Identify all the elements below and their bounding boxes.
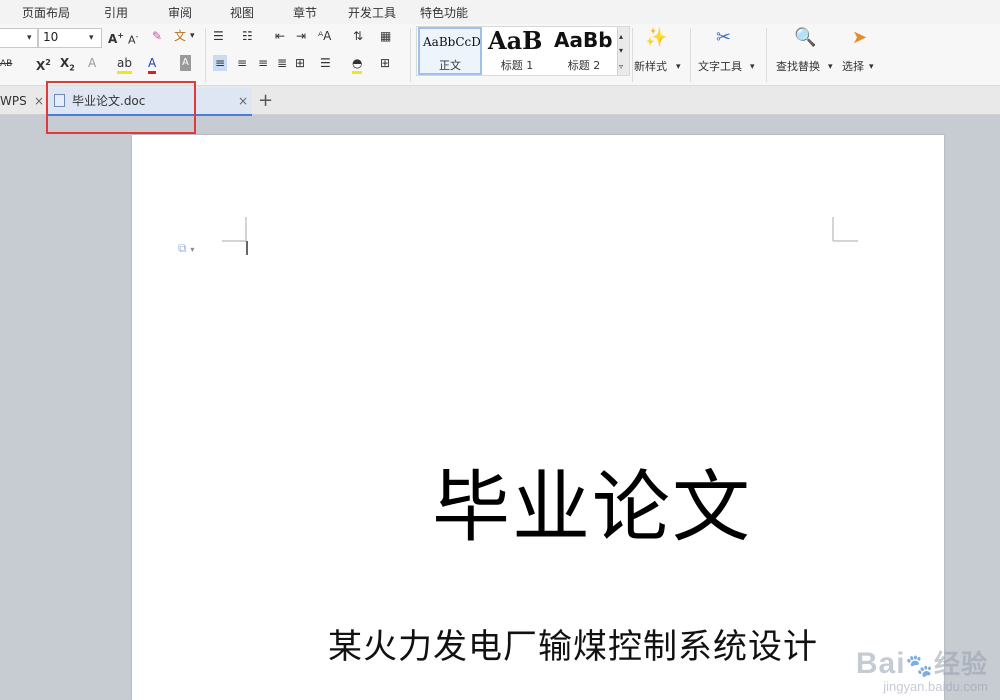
new-style-icon[interactable]: ✨ xyxy=(645,29,667,47)
justify-icon[interactable]: ≣ xyxy=(277,55,287,71)
style-sample: AaBb xyxy=(554,28,613,52)
subscript-icon[interactable]: X2 xyxy=(60,55,75,76)
new-tab-button[interactable]: + xyxy=(258,88,278,114)
strikethrough-icon[interactable]: AB xyxy=(0,56,12,72)
close-icon[interactable]: × xyxy=(238,88,248,114)
numbered-list-icon[interactable]: ☷ xyxy=(242,28,253,44)
style-sample: AaBbCcD xyxy=(423,35,481,49)
character-shading-icon[interactable]: A xyxy=(180,55,191,71)
select-button[interactable]: 选择 xyxy=(842,59,864,75)
margin-corner-top-left xyxy=(222,217,248,255)
grow-font-icon[interactable]: A+ xyxy=(108,28,124,47)
watermark-url: jingyan.baidu.com xyxy=(883,679,988,694)
chevron-down-icon[interactable]: ▾ xyxy=(676,59,681,75)
find-replace-icon[interactable]: 🔍 xyxy=(794,29,816,47)
style-normal[interactable]: AaBbCcD 正文 xyxy=(418,27,482,75)
shrink-font-icon[interactable]: A- xyxy=(128,29,138,49)
chevron-down-icon[interactable]: ▾ xyxy=(619,43,623,59)
superscript-icon[interactable]: X2 xyxy=(36,55,51,74)
annotation-highlight-box xyxy=(46,81,196,134)
text-effect-icon[interactable]: A xyxy=(88,55,96,71)
new-style-button[interactable]: 新样式 xyxy=(634,59,667,75)
style-label: 正文 xyxy=(439,59,461,72)
margin-corner-top-right xyxy=(832,217,858,242)
font-size-dropdown[interactable]: 10 ▾ xyxy=(38,28,102,48)
style-label: 标题 2 xyxy=(567,59,601,72)
borders-icon[interactable]: ⊞ xyxy=(380,55,390,71)
tab-label: WPS xyxy=(0,94,27,108)
watermark-brand: Bai xyxy=(855,647,906,680)
find-replace-button[interactable]: 查找替换 xyxy=(776,59,820,75)
table-icon[interactable]: ▦ xyxy=(380,28,391,44)
paragraph-layout-icon[interactable]: ⧉ ▾ xyxy=(178,241,194,256)
watermark-cn: 经验 xyxy=(933,649,988,679)
document-page[interactable]: ⧉ ▾ 毕业论文 某火力发电厂输煤控制系统设计 xyxy=(132,135,944,700)
chevron-down-icon: ▾ xyxy=(27,33,32,43)
style-heading-2[interactable]: AaBb 标题 2 xyxy=(551,27,617,75)
paw-icon: 🐾 xyxy=(905,653,934,678)
shading-icon[interactable]: ◓ xyxy=(352,55,363,74)
document-subtitle: 某火力发电厂输煤控制系统设计 xyxy=(328,627,818,667)
menu-page-layout[interactable]: 页面布局 xyxy=(22,4,70,21)
sort-icon[interactable]: ⇅ xyxy=(353,28,363,44)
menu-bar: 页面布局 引用 审阅 视图 章节 开发工具 特色功能 xyxy=(0,0,1000,25)
font-name-dropdown[interactable]: ▾ xyxy=(0,28,38,48)
decrease-indent-icon[interactable]: ⇤ xyxy=(275,28,285,44)
chevron-down-icon[interactable]: ▾ xyxy=(869,59,874,75)
style-label: 标题 1 xyxy=(500,59,534,72)
chevron-down-icon[interactable]: ▾ xyxy=(750,59,755,75)
chevron-down-icon[interactable]: ▾ xyxy=(828,59,833,75)
tab-wps[interactable]: WPS × xyxy=(0,88,48,114)
document-title: 毕业论文 xyxy=(432,463,753,553)
change-case-icon[interactable]: ᴬA xyxy=(318,28,331,44)
baidu-watermark: Bai🐾经验 jingyan.baidu.com xyxy=(856,644,988,694)
menu-developer-tools[interactable]: 开发工具 xyxy=(348,4,396,21)
text-tools-button[interactable]: 文字工具 xyxy=(698,59,742,75)
increase-indent-icon[interactable]: ⇥ xyxy=(296,28,306,44)
line-spacing-icon[interactable]: ☰ xyxy=(320,55,331,71)
align-center-icon[interactable]: ≡ xyxy=(237,55,247,71)
highlight-color-icon[interactable]: ab xyxy=(117,55,132,74)
distributed-align-icon[interactable]: ⊞ xyxy=(295,55,305,71)
close-icon[interactable]: × xyxy=(34,88,44,114)
style-heading-1[interactable]: AaB 标题 1 xyxy=(485,27,549,75)
text-tools-icon[interactable]: ✂ xyxy=(716,29,731,47)
menu-section[interactable]: 章节 xyxy=(293,4,317,21)
clear-format-icon[interactable]: ✎ xyxy=(152,28,162,44)
menu-review[interactable]: 审阅 xyxy=(168,4,192,21)
expand-gallery-icon[interactable]: ▿ xyxy=(619,59,623,75)
bullet-list-icon[interactable]: ☰ xyxy=(213,28,224,44)
phonetic-guide-icon[interactable]: 文 xyxy=(174,28,186,44)
font-color-icon[interactable]: A xyxy=(148,55,157,74)
style-gallery: AaBbCcD 正文 AaB 标题 1 AaBb 标题 2 ▴ ▾ ▿ xyxy=(416,26,630,76)
align-right-icon[interactable]: ≡ xyxy=(258,55,268,71)
menu-special-features[interactable]: 特色功能 xyxy=(420,4,468,21)
menu-view[interactable]: 视图 xyxy=(230,4,254,21)
select-cursor-icon[interactable]: ➤ xyxy=(852,29,867,47)
chevron-down-icon: ▾ xyxy=(89,33,94,43)
font-size-value: 10 xyxy=(43,30,59,44)
ribbon: ▾ 10 ▾ A+ A- ✎ 文 ▾ AB X2 X2 A ab A A ☰ ☷… xyxy=(0,24,1000,86)
chevron-down-icon[interactable]: ▾ xyxy=(190,28,195,44)
menu-references[interactable]: 引用 xyxy=(104,4,128,21)
style-gallery-scroll[interactable]: ▴ ▾ ▿ xyxy=(617,27,629,75)
style-sample: AaB xyxy=(488,27,543,55)
align-left-icon[interactable]: ≡ xyxy=(213,55,228,71)
